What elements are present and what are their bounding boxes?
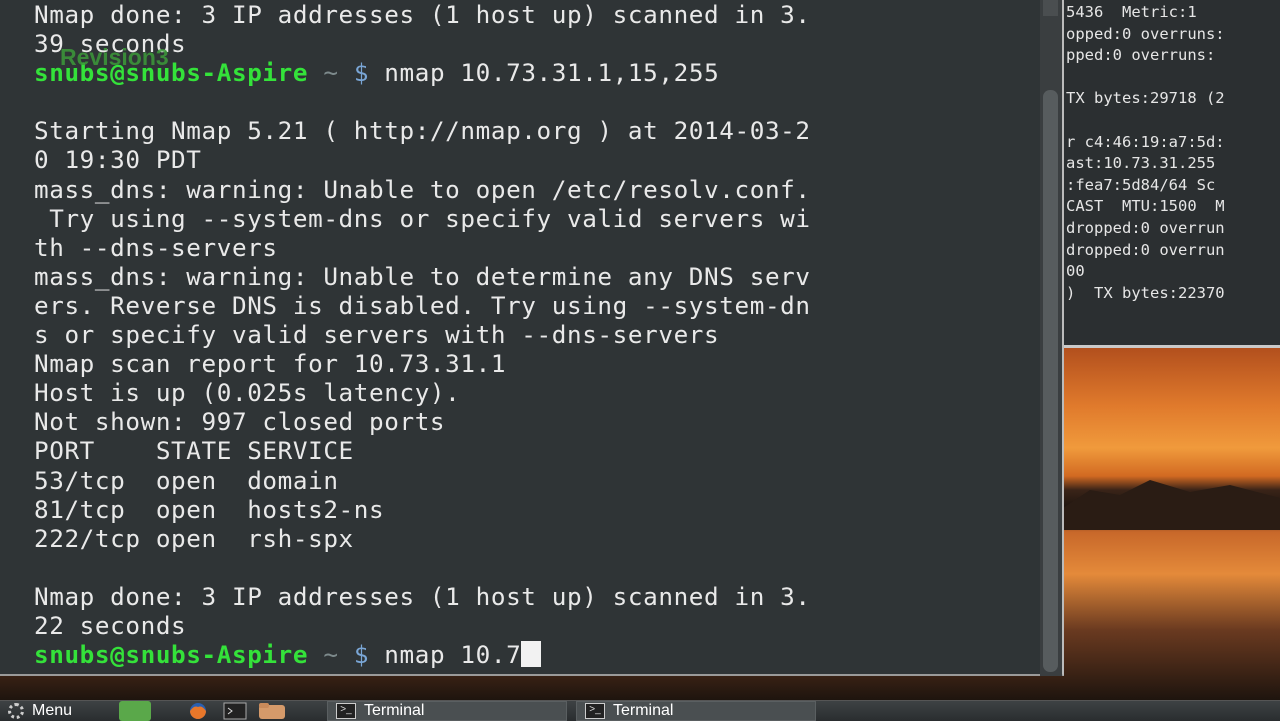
bg-output-line: :fea7:5d84/64 Sc <box>1066 175 1216 194</box>
output-line: PORT STATE SERVICE <box>34 436 354 466</box>
output-line: mass_dns: warning: Unable to open /etc/r… <box>34 174 811 204</box>
firefox-icon <box>190 703 206 719</box>
output-line: 0 19:30 PDT <box>34 145 202 175</box>
show-desktop-launcher[interactable] <box>119 701 151 721</box>
bg-output-line: 5436 Metric:1 <box>1066 3 1197 21</box>
output-line: Starting Nmap 5.21 ( http://nmap.org ) a… <box>34 116 811 146</box>
bg-output-line: TX bytes:29718 (2 <box>1066 89 1225 108</box>
output-line: 39 seconds <box>34 29 187 59</box>
prompt-path: ~ <box>323 640 339 670</box>
bg-output-line: r c4:46:19:a7:5d: <box>1066 132 1225 151</box>
output-line: 81/tcp open hosts2-ns <box>34 494 385 524</box>
task-label: Terminal <box>613 702 674 719</box>
output-line: ers. Reverse DNS is disabled. Try using … <box>34 290 811 320</box>
bg-output-line: CAST MTU:1500 M <box>1066 197 1225 216</box>
output-line: Nmap done: 3 IP addresses (1 host up) sc… <box>34 581 811 611</box>
terminal-icon: >_ <box>585 703 605 719</box>
bg-output-line: opped:0 overruns: <box>1066 24 1225 43</box>
output-line: Nmap done: 3 IP addresses (1 host up) sc… <box>34 0 811 29</box>
bg-output-line: dropped:0 overrun <box>1066 240 1225 259</box>
scrollbar-thumb[interactable] <box>1043 90 1058 672</box>
terminal-launcher[interactable] <box>222 701 248 721</box>
bg-output-line: pped:0 overruns: <box>1066 46 1216 65</box>
output-line: th --dns-servers <box>34 232 278 262</box>
menu-button[interactable]: Menu <box>8 701 72 721</box>
gear-icon <box>8 703 24 719</box>
taskbar-terminal-1[interactable]: >_ Terminal <box>327 701 567 721</box>
prompt-dollar: $ <box>353 640 370 670</box>
bg-output-line: ) TX bytes:22370 <box>1066 283 1225 302</box>
text-cursor <box>521 641 542 668</box>
command-text: nmap 10.73.31.1,15,255 <box>384 58 720 88</box>
output-line: Not shown: 997 closed ports <box>34 407 446 437</box>
output-line: Try using --system-dns or specify valid … <box>34 203 811 233</box>
output-line: 22 seconds <box>34 610 187 640</box>
terminal-scrollbar[interactable] <box>1040 0 1062 676</box>
prompt-line: snubs@snubs-Aspire ~ $ nmap 10.7 <box>34 640 1038 669</box>
bg-output-line: 00 <box>1066 262 1085 281</box>
prompt-line: snubs@snubs-Aspire ~ $ nmap 10.73.31.1,1… <box>34 58 1038 87</box>
terminal-output[interactable]: Nmap done: 3 IP addresses (1 host up) sc… <box>34 0 1038 676</box>
wallpaper-mountains <box>1060 480 1280 530</box>
terminal-window[interactable]: Nmap done: 3 IP addresses (1 host up) sc… <box>0 0 1064 676</box>
prompt-user: snubs@snubs-Aspire <box>34 640 309 670</box>
output-line: mass_dns: warning: Unable to determine a… <box>34 261 811 291</box>
menu-label: Menu <box>32 702 73 719</box>
command-text: nmap 10.7 <box>384 640 522 670</box>
output-line: Host is up (0.025s latency). <box>34 378 461 408</box>
output-line: Nmap scan report for 10.73.31.1 <box>34 349 507 379</box>
background-terminal-window[interactable]: 5436 Metric:1 opped:0 overruns: pped:0 ove… <box>1062 0 1280 348</box>
bg-output-line: ast:10.73.31.255 <box>1066 154 1216 173</box>
scroll-up-arrow[interactable] <box>1043 0 1058 16</box>
output-line: 53/tcp open domain <box>34 465 339 495</box>
taskbar-terminal-2[interactable]: >_ Terminal <box>576 701 816 721</box>
output-line: 222/tcp open rsh-spx <box>34 523 354 553</box>
bg-output-line: dropped:0 overrun <box>1066 219 1225 237</box>
prompt-path: ~ <box>323 58 339 88</box>
taskbar: Menu >_ Terminal >_ Terminal <box>0 700 1280 721</box>
watermark-logo: Revision3 <box>60 44 169 70</box>
firefox-launcher[interactable] <box>185 701 211 721</box>
output-line: s or specify valid servers with --dns-se… <box>34 320 720 350</box>
terminal-icon <box>223 702 247 720</box>
task-label: Terminal <box>364 702 425 719</box>
prompt-dollar: $ <box>353 58 370 88</box>
terminal-icon: >_ <box>336 703 356 719</box>
folder-icon <box>259 703 285 719</box>
file-manager-launcher[interactable] <box>257 701 287 721</box>
